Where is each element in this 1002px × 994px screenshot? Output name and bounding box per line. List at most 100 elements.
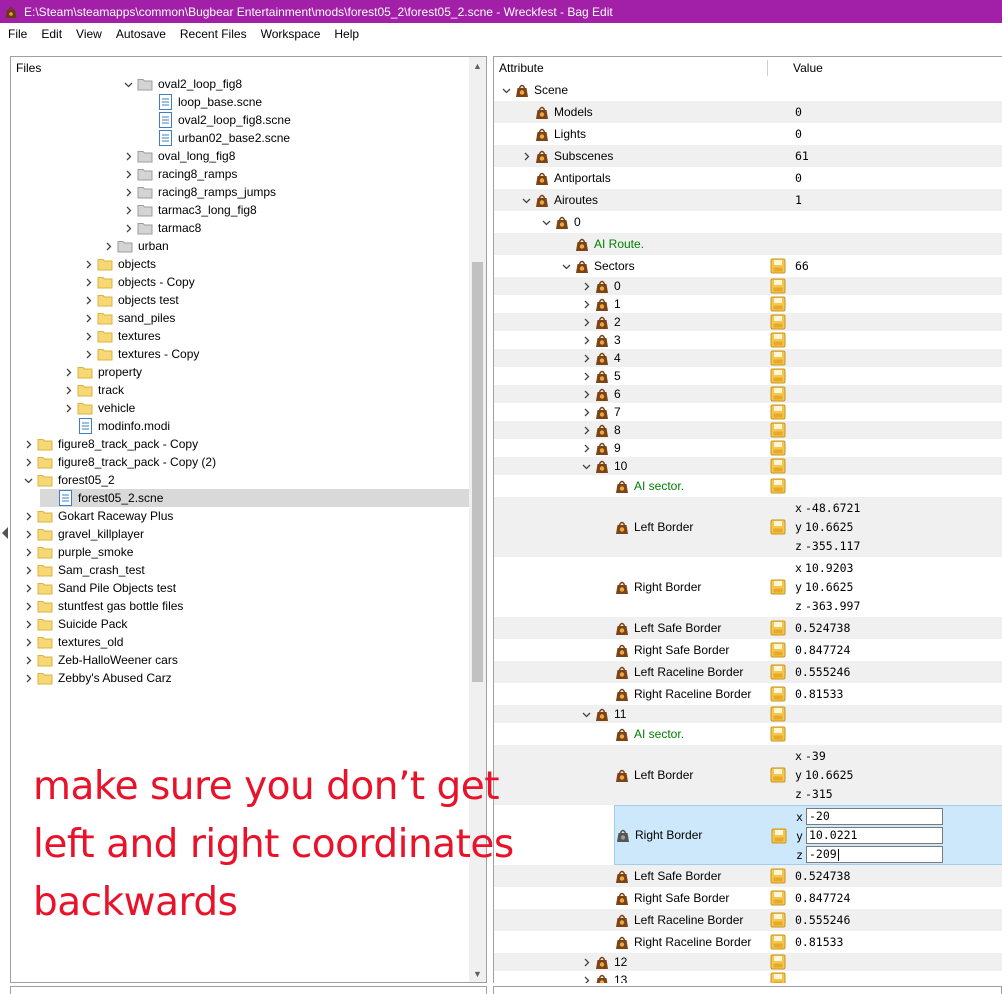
save-value-icon[interactable] [770,350,786,366]
chevron-right-icon[interactable] [20,651,36,669]
attribute-row[interactable]: 0 [494,277,1002,295]
column-divider[interactable] [767,60,768,76]
folder-tree-item[interactable]: Sam_crash_test [20,561,145,579]
folder-tree-item[interactable]: forest05_2 [20,471,115,489]
vector-attribute-row[interactable]: Left Border x -48.6721 y 10.6625 z -355.117 [494,497,1002,557]
chevron-right-icon[interactable] [80,327,96,345]
scroll-up-icon[interactable]: ▲ [469,57,486,74]
folder-tree-item[interactable]: Suicide Pack [20,615,127,633]
chevron-right-icon[interactable] [578,313,594,331]
save-value-icon[interactable] [770,368,786,384]
save-value-icon[interactable] [770,332,786,348]
folder-tree-item[interactable]: racing8_ramps [120,165,237,183]
attribute-row[interactable]: 13 [494,971,1002,983]
coordinate-x-input[interactable]: -20 [806,808,943,825]
column-header-value[interactable]: Value [793,61,823,75]
chevron-right-icon[interactable] [578,277,594,295]
attribute-row[interactable]: AI Route. [494,233,1002,255]
coordinate-z-input[interactable]: -209 [806,846,943,863]
chevron-down-icon[interactable] [120,75,136,93]
save-value-icon[interactable] [770,912,786,928]
chevron-right-icon[interactable] [120,147,136,165]
attribute-row[interactable]: Right Safe Border 0.847724 [494,887,1002,909]
coordinate-y-input[interactable]: 10.0221 [806,827,943,844]
folder-tree-item[interactable]: stuntfest gas bottle files [20,597,183,615]
save-value-icon[interactable] [770,440,786,456]
save-value-icon[interactable] [770,890,786,906]
attribute-row[interactable]: Left Safe Border 0.524738 [494,865,1002,887]
attribute-row[interactable]: 0 [494,211,1002,233]
chevron-right-icon[interactable] [578,349,594,367]
chevron-down-icon[interactable] [578,457,594,475]
attribute-row[interactable]: Lights 0 [494,123,1002,145]
folder-tree-item[interactable]: tarmac8 [120,219,201,237]
save-value-icon[interactable] [770,954,786,970]
file-tree-item[interactable]: loop_base.scne [140,93,262,111]
attribute-row[interactable]: 7 [494,403,1002,421]
chevron-right-icon[interactable] [80,291,96,309]
chevron-right-icon[interactable] [80,255,96,273]
file-tree-item[interactable]: oval2_loop_fig8.scne [140,111,291,129]
scroll-down-icon[interactable]: ▼ [469,965,486,982]
save-value-icon[interactable] [770,386,786,402]
chevron-right-icon[interactable] [578,403,594,421]
attribute-row[interactable]: 3 [494,331,1002,349]
chevron-right-icon[interactable] [120,183,136,201]
save-value-icon[interactable] [770,519,786,535]
folder-tree-item[interactable]: figure8_track_pack - Copy [20,435,198,453]
save-value-icon[interactable] [770,868,786,884]
attribute-row[interactable]: Antiportals 0 [494,167,1002,189]
folder-tree-item[interactable]: tarmac3_long_fig8 [120,201,257,219]
chevron-right-icon[interactable] [120,201,136,219]
folder-tree-item[interactable]: objects - Copy [80,273,195,291]
menu-recent-files[interactable]: Recent Files [173,23,254,45]
attribute-row[interactable]: Left Safe Border 0.524738 [494,617,1002,639]
save-value-icon[interactable] [770,934,786,950]
save-value-icon[interactable] [770,686,786,702]
attribute-row[interactable]: 5 [494,367,1002,385]
folder-tree-item[interactable]: vehicle [60,399,135,417]
attribute-row[interactable]: AI sector. [494,723,1002,745]
folder-tree-item[interactable]: figure8_track_pack - Copy (2) [20,453,216,471]
chevron-right-icon[interactable] [20,525,36,543]
chevron-right-icon[interactable] [578,331,594,349]
chevron-right-icon[interactable] [80,309,96,327]
folder-tree-item[interactable]: Sand Pile Objects test [20,579,176,597]
save-value-icon[interactable] [770,664,786,680]
save-value-icon[interactable] [770,726,786,742]
menu-help[interactable]: Help [327,23,366,45]
attribute-row[interactable]: 9 [494,439,1002,457]
folder-tree-item[interactable]: textures [80,327,161,345]
attribute-row[interactable]: 11 [494,705,1002,723]
folder-tree-item[interactable]: Zebby's Abused Carz [20,669,172,687]
menu-autosave[interactable]: Autosave [109,23,173,45]
save-value-icon[interactable] [770,767,786,783]
attribute-row[interactable]: 2 [494,313,1002,331]
folder-tree-item[interactable]: track [60,381,124,399]
save-value-icon[interactable] [770,579,786,595]
chevron-down-icon[interactable] [578,705,594,723]
save-value-icon[interactable] [770,706,786,722]
column-header-attribute[interactable]: Attribute [499,61,544,75]
attribute-row[interactable]: Sectors 66 [494,255,1002,277]
save-value-icon[interactable] [770,458,786,474]
menu-edit[interactable]: Edit [34,23,69,45]
attribute-row[interactable]: 12 [494,953,1002,971]
chevron-down-icon[interactable] [20,471,36,489]
save-value-icon[interactable] [770,620,786,636]
attribute-row[interactable]: 10 [494,457,1002,475]
vector-attribute-row[interactable]: Left Border x -39 y 10.6625 z -315 [494,745,1002,805]
folder-tree-item[interactable]: textures - Copy [80,345,199,363]
attribute-row[interactable]: Airoutes 1 [494,189,1002,211]
folder-tree-item[interactable]: objects [80,255,156,273]
folder-tree-item[interactable]: purple_smoke [20,543,133,561]
chevron-right-icon[interactable] [578,421,594,439]
vector-attribute-row[interactable]: Right Border x 10.9203 y 10.6625 z -363.997 [494,557,1002,617]
attribute-row[interactable]: 4 [494,349,1002,367]
chevron-right-icon[interactable] [20,435,36,453]
chevron-right-icon[interactable] [20,633,36,651]
file-tree-item[interactable]: urban02_base2.scne [140,129,290,147]
attribute-row[interactable]: Left Raceline Border 0.555246 [494,661,1002,683]
vector-attribute-row[interactable]: Right Border x -20 y 10.0221 z -209 [614,805,1002,865]
chevron-right-icon[interactable] [20,561,36,579]
